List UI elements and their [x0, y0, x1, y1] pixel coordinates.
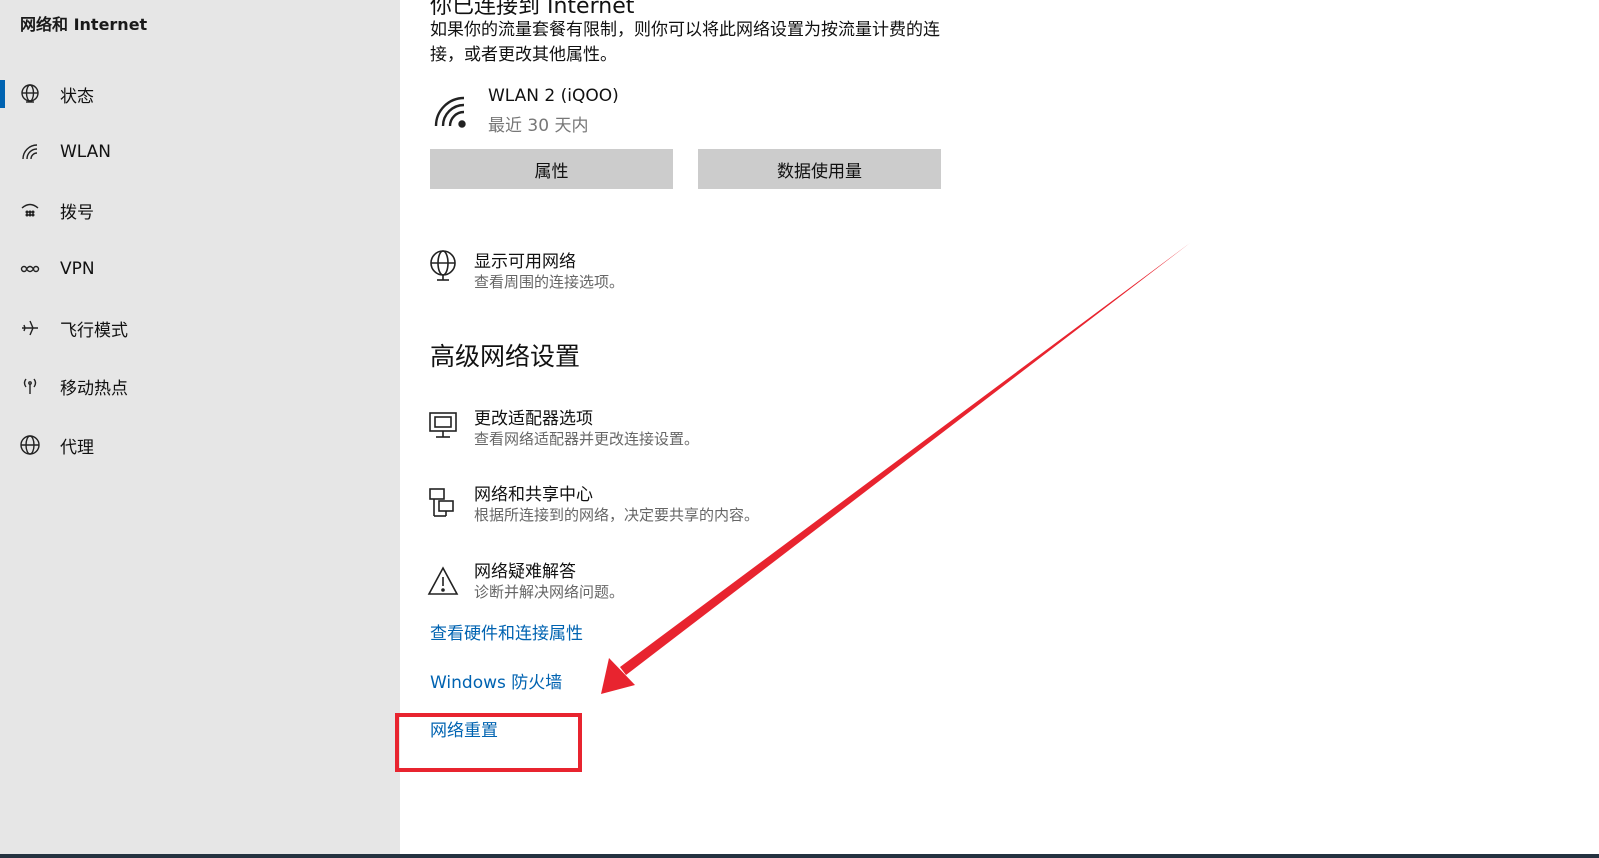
globe-icon: [19, 434, 41, 456]
wifi-signal-icon: [430, 92, 470, 136]
hotspot-icon: [19, 375, 41, 397]
airplane-icon: [19, 317, 41, 339]
sidebar-title: 网络和 Internet: [20, 15, 148, 34]
taskbar-edge: [0, 854, 1599, 858]
troubleshooter-title[interactable]: 网络疑难解答: [474, 557, 576, 582]
sidebar-item-status[interactable]: 状态: [0, 66, 400, 122]
sidebar-item-label: 状态: [60, 86, 94, 107]
network-globe-icon: [426, 248, 460, 282]
advanced-heading: 高级网络设置: [430, 342, 581, 371]
sidebar-item-label: 代理: [60, 437, 94, 458]
sidebar-item-label: VPN: [60, 259, 95, 279]
sidebar-item-wlan[interactable]: WLAN: [0, 124, 400, 180]
hardware-properties-link[interactable]: 查看硬件和连接属性: [430, 619, 583, 644]
selected-indicator: [0, 80, 5, 108]
show-networks-title[interactable]: 显示可用网络: [474, 247, 576, 272]
sidebar: 网络和 Internet 状态 WLAN 拨号 VPN 飞行模式 移动热点 代理: [0, 0, 400, 858]
network-name: WLAN 2 (iQOO): [488, 86, 619, 106]
sidebar-item-label: 移动热点: [60, 378, 128, 399]
metered-description: 如果你的流量套餐有限制，则你可以将此网络设置为按流量计费的连接，或者更改其他属性…: [430, 20, 940, 65]
properties-button[interactable]: 属性: [430, 149, 673, 189]
dialup-icon: [19, 199, 41, 221]
sidebar-item-label: WLAN: [60, 142, 112, 162]
highlight-box: [395, 713, 582, 772]
windows-firewall-link[interactable]: Windows 防火墙: [430, 668, 562, 693]
show-networks-subtitle: 查看周围的连接选项。: [474, 273, 625, 291]
sidebar-item-label: 飞行模式: [60, 320, 128, 341]
sharing-center-subtitle: 根据所连接到的网络，决定要共享的内容。: [474, 506, 760, 524]
troubleshooter-subtitle: 诊断并解决网络问题。: [474, 583, 625, 601]
sidebar-item-vpn[interactable]: VPN: [0, 241, 400, 297]
sidebar-item-proxy[interactable]: 代理: [0, 417, 400, 473]
sharing-center-title[interactable]: 网络和共享中心: [474, 480, 593, 505]
network-period: 最近 30 天内: [488, 116, 589, 136]
sharing-center-icon: [426, 486, 460, 520]
monitor-icon: [426, 409, 460, 443]
sidebar-item-airplane[interactable]: 飞行模式: [0, 300, 400, 356]
data-usage-button[interactable]: 数据使用量: [698, 149, 941, 189]
sidebar-item-label: 拨号: [60, 202, 94, 223]
sidebar-item-dialup[interactable]: 拨号: [0, 182, 400, 238]
wifi-icon: [19, 141, 41, 163]
connected-heading: 你已连接到 Internet: [430, 0, 635, 19]
status-globe-icon: [19, 83, 41, 105]
vpn-icon: [19, 258, 41, 280]
adapter-options-subtitle: 查看网络适配器并更改连接设置。: [474, 430, 700, 448]
adapter-options-title[interactable]: 更改适配器选项: [474, 404, 593, 429]
sidebar-item-hotspot[interactable]: 移动热点: [0, 358, 400, 414]
warning-icon: [426, 564, 460, 598]
